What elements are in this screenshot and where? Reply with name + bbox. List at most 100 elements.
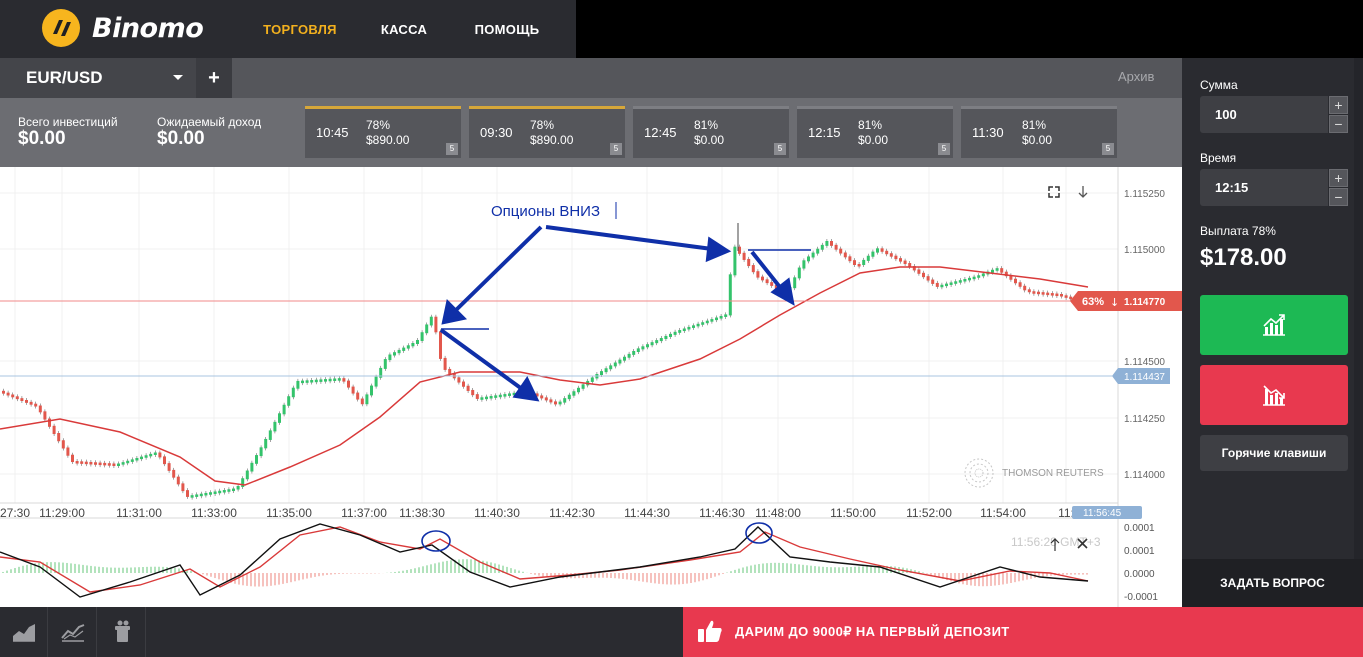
candle bbox=[793, 277, 797, 289]
promo-banner[interactable]: ДАРИМ ДО 9000₽ НА ПЕРВЫЙ ДЕПОЗИТ bbox=[683, 607, 1363, 657]
time-tick-label: 11:38:30 bbox=[399, 506, 445, 520]
candle bbox=[664, 335, 668, 340]
chevron-down-icon[interactable] bbox=[173, 75, 183, 80]
candle bbox=[448, 368, 452, 375]
oscillator-tick-label: 0.0000 bbox=[1124, 569, 1155, 580]
total-invest-value: $0.00 bbox=[18, 128, 66, 149]
asset-selector[interactable]: EUR/USD bbox=[0, 58, 196, 98]
oscillator-axis: 0.0001 0.0001 0.0000 -0.0001 bbox=[1124, 523, 1158, 603]
candle bbox=[34, 403, 38, 407]
candle bbox=[278, 413, 281, 423]
candle bbox=[646, 344, 649, 348]
candle bbox=[650, 342, 654, 346]
candle bbox=[360, 398, 364, 405]
candle bbox=[213, 491, 217, 494]
deal-time: 12:45 bbox=[644, 125, 677, 140]
candle bbox=[1064, 295, 1068, 298]
candle bbox=[940, 284, 944, 288]
candle bbox=[1000, 268, 1004, 273]
nav-cashier[interactable]: КАССА bbox=[368, 0, 440, 58]
deal-card[interactable]: 09:30 78% $890.00 5 bbox=[469, 106, 625, 158]
oscillator-tick-label: 0.0001 bbox=[1124, 546, 1155, 557]
time-decrement-button[interactable]: − bbox=[1329, 188, 1348, 206]
candle bbox=[857, 264, 861, 267]
candle bbox=[475, 394, 479, 399]
candle bbox=[889, 253, 893, 257]
price-chart[interactable]: 1.115250 1.115000 1.114500 1.114250 1.114000… bbox=[0, 167, 1182, 607]
indicator-tools-icon[interactable] bbox=[98, 607, 146, 657]
candle bbox=[241, 478, 245, 487]
candle bbox=[314, 379, 318, 383]
price-axis: 1.115250 1.115000 1.114500 1.114250 1.114000 bbox=[1124, 189, 1165, 481]
candle bbox=[462, 381, 465, 387]
oscillator-tick-label: 0.0001 bbox=[1124, 523, 1155, 534]
candle bbox=[581, 384, 585, 389]
candle bbox=[926, 276, 930, 281]
candle bbox=[659, 338, 663, 342]
time-tick-label: 11:50:00 bbox=[830, 506, 876, 520]
candle bbox=[287, 396, 291, 406]
candle bbox=[393, 352, 396, 356]
candle bbox=[38, 405, 42, 413]
candle bbox=[498, 394, 502, 398]
time-tick-label: 11:54:00 bbox=[980, 506, 1026, 520]
candle bbox=[406, 345, 410, 349]
amount-input[interactable]: 100 bbox=[1200, 96, 1328, 133]
candle bbox=[894, 255, 898, 260]
deal-card[interactable]: 11:30 81% $0.00 5 bbox=[961, 106, 1117, 158]
amount-increment-button[interactable]: + bbox=[1329, 96, 1348, 114]
deal-card[interactable]: 10:45 78% $890.00 5 bbox=[305, 106, 461, 158]
candle bbox=[1027, 289, 1031, 293]
candle bbox=[29, 401, 33, 405]
amount-decrement-button[interactable]: − bbox=[1329, 115, 1348, 133]
add-asset-button[interactable]: + bbox=[196, 58, 232, 98]
time-tick-label: 11: bbox=[1058, 506, 1074, 520]
brand-logo[interactable]: Binomo bbox=[42, 9, 204, 47]
candle bbox=[981, 273, 985, 277]
candle bbox=[429, 316, 433, 326]
candle bbox=[255, 455, 258, 464]
archive-link[interactable]: Архив bbox=[1118, 69, 1154, 84]
candle bbox=[604, 368, 608, 373]
candle bbox=[416, 339, 419, 344]
candle bbox=[540, 395, 544, 399]
ask-question-button[interactable]: ЗАДАТЬ ВОПРОС bbox=[1182, 559, 1363, 607]
deal-percent: 78% bbox=[366, 118, 391, 132]
candle bbox=[899, 258, 902, 262]
hotkeys-button[interactable]: Горячие клавиши bbox=[1200, 435, 1348, 471]
current-price-value: 1.114770 bbox=[1124, 297, 1166, 308]
candle bbox=[765, 279, 769, 284]
candle bbox=[94, 462, 97, 465]
candle bbox=[457, 377, 461, 383]
nav-trading[interactable]: ТОРГОВЛЯ bbox=[255, 0, 345, 58]
deal-card[interactable]: 12:15 81% $0.00 5 bbox=[797, 106, 953, 158]
buy-down-button[interactable] bbox=[1200, 365, 1348, 425]
deal-percent: 81% bbox=[1022, 118, 1047, 132]
candle bbox=[443, 357, 447, 370]
deal-card[interactable]: 12:45 81% $0.00 5 bbox=[633, 106, 789, 158]
time-tick-label: 11:48:00 bbox=[755, 506, 801, 520]
candle bbox=[830, 241, 833, 246]
promo-text: ДАРИМ ДО 9000₽ НА ПЕРВЫЙ ДЕПОЗИТ bbox=[735, 624, 1010, 639]
thumbs-up-icon bbox=[698, 620, 722, 642]
buy-up-button[interactable] bbox=[1200, 295, 1348, 355]
candle bbox=[802, 260, 806, 269]
candle bbox=[420, 332, 424, 341]
candle bbox=[701, 322, 705, 325]
candle bbox=[797, 267, 801, 279]
candle bbox=[577, 387, 580, 393]
candle bbox=[954, 281, 958, 284]
candle bbox=[61, 440, 65, 449]
time-increment-button[interactable]: + bbox=[1329, 169, 1348, 187]
oscillator-panel bbox=[0, 523, 1089, 598]
candle bbox=[126, 460, 130, 464]
line-chart-icon[interactable] bbox=[49, 607, 97, 657]
candle bbox=[250, 462, 254, 472]
nav-help[interactable]: ПОМОЩЬ bbox=[456, 0, 558, 64]
area-chart-icon[interactable] bbox=[0, 607, 48, 657]
candle bbox=[333, 378, 337, 381]
time-input[interactable]: 12:15 bbox=[1200, 169, 1328, 206]
candle bbox=[11, 394, 15, 398]
candle bbox=[57, 433, 61, 442]
fullscreen-icon bbox=[1048, 186, 1060, 198]
